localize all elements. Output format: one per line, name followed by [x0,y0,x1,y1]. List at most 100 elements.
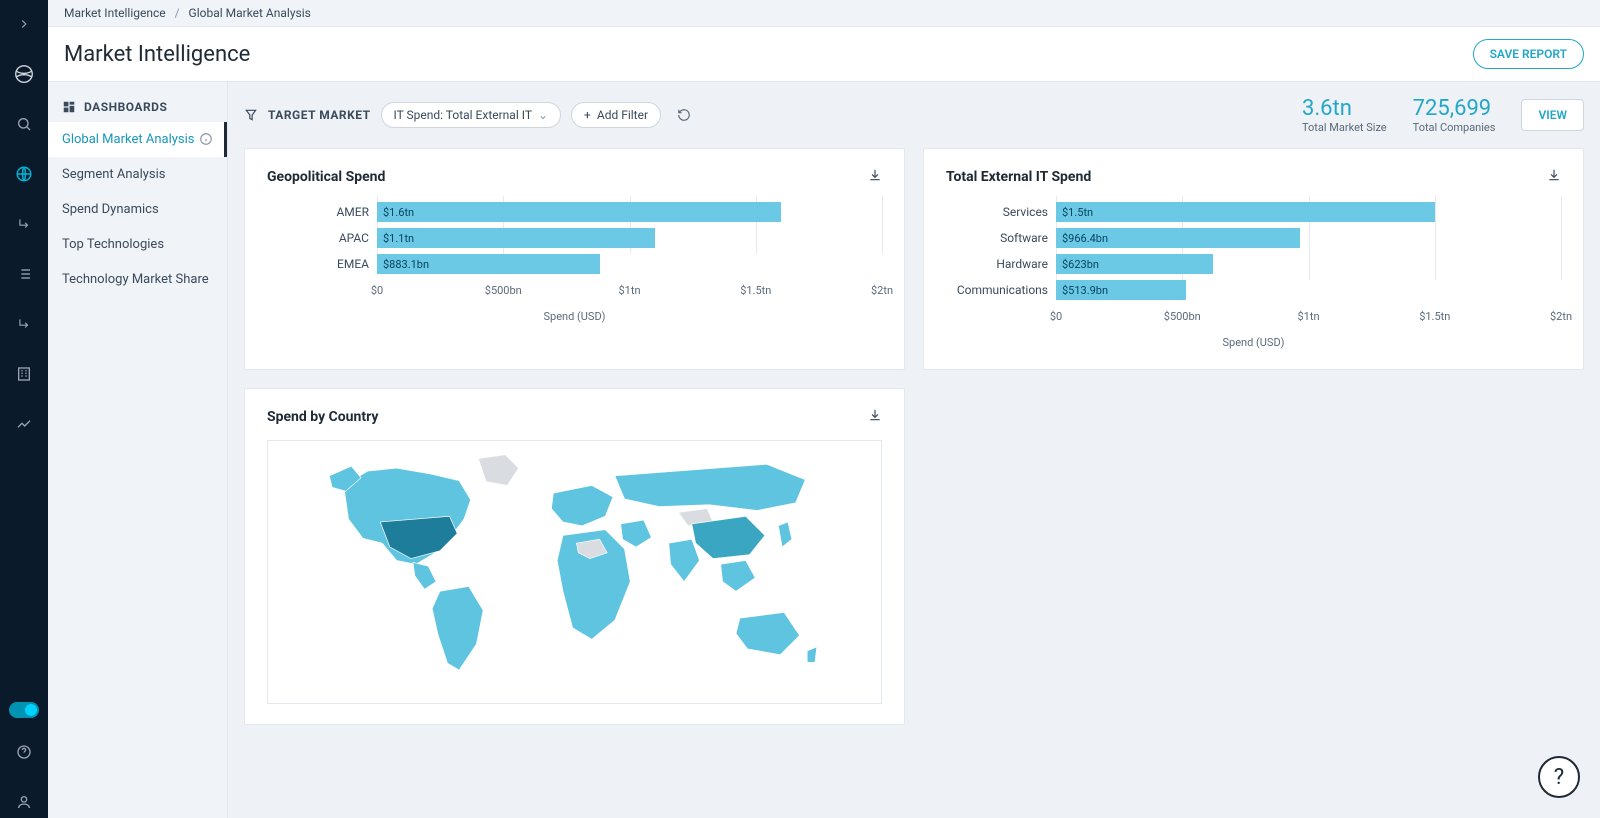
chart-bar[interactable]: $513.9bn [1056,280,1186,300]
target-market-value: IT Spend: Total External IT [394,108,532,122]
sidebar-item-label: Global Market Analysis [62,132,194,147]
plus-icon: + [584,108,591,122]
add-filter-button[interactable]: + Add Filter [571,102,661,128]
page-title: Market Intelligence [64,42,250,67]
search-icon[interactable] [8,108,40,140]
download-icon[interactable] [868,407,882,426]
map-region-se-asia[interactable] [721,560,756,591]
help-fab-button[interactable]: ? [1538,756,1580,798]
total-market-size-label: Total Market Size [1302,121,1387,134]
chart-tick: $1.5tn [1419,310,1450,323]
chart-tick: $500bn [485,284,522,297]
map-region-south-america[interactable] [432,586,483,670]
sidebar-item-label: Technology Market Share [62,272,209,287]
map-region-china[interactable] [692,516,765,558]
spend-by-country-title: Spend by Country [267,409,378,425]
globe-icon[interactable] [8,158,40,190]
chart-x-label: Spend (USD) [267,310,882,323]
chart-tick: $1tn [1297,310,1319,323]
map-region-central-america[interactable] [413,562,436,589]
it-spend-chart: Services$1.5tnSoftware$966.4bnHardware$6… [946,200,1561,349]
chart-bar[interactable]: $1.1tn [377,228,655,248]
chart-category-label: EMEA [267,257,377,271]
sidebar-item-top-technologies[interactable]: Top Technologies [48,227,227,262]
download-icon[interactable] [1547,167,1561,186]
help-rail-icon[interactable] [8,736,40,768]
it-spend-card: Total External IT Spend Services$1.5tnSo… [923,148,1584,370]
map-region-india[interactable] [669,539,700,581]
chart-tick: $1tn [618,284,640,297]
subarrow2-icon[interactable] [8,308,40,340]
chart-bar-row: APAC$1.1tn [267,226,882,250]
chart-bar-row: EMEA$883.1bn [267,252,882,276]
filter-icon [244,108,258,122]
map-region-russia[interactable] [615,464,805,510]
theme-toggle[interactable] [9,702,39,718]
download-icon[interactable] [868,167,882,186]
chart-category-label: Services [946,205,1056,219]
subarrow-icon[interactable] [8,208,40,240]
sidebar-item-label: Top Technologies [62,237,164,252]
total-companies-metric: 725,699 Total Companies [1413,96,1496,134]
chart-bar[interactable]: $966.4bn [1056,228,1300,248]
list-icon[interactable] [8,258,40,290]
content-area: TARGET MARKET IT Spend: Total External I… [228,82,1600,818]
chart-bar[interactable]: $1.6tn [377,202,781,222]
map-region-middle-east[interactable] [621,520,652,547]
breadcrumb-sep: / [169,6,186,20]
icon-rail [0,0,48,818]
expand-nav-icon[interactable] [8,8,40,40]
target-market-selector[interactable]: IT Spend: Total External IT ⌄ [381,102,562,128]
chevron-down-icon: ⌄ [538,108,548,122]
target-market-label: TARGET MARKET [268,108,371,122]
view-button[interactable]: VIEW [1521,99,1584,131]
total-market-size-metric: 3.6tn Total Market Size [1302,96,1387,134]
chart-bar[interactable]: $623bn [1056,254,1213,274]
geopolitical-spend-title: Geopolitical Spend [267,169,385,185]
sidebar-item-technology-market-share[interactable]: Technology Market Share [48,262,227,297]
total-market-size-value: 3.6tn [1302,96,1387,121]
map-region-europe[interactable] [551,485,613,525]
map-region-greenland[interactable] [478,455,518,486]
map-region-australia[interactable] [736,612,799,654]
chart-bar-row: AMER$1.6tn [267,200,882,224]
reset-filters-button[interactable] [671,102,697,128]
trend-icon[interactable] [8,408,40,440]
chart-tick: $0 [371,284,383,297]
sidebar-item-segment-analysis[interactable]: Segment Analysis [48,157,227,192]
dashboards-sidebar: DASHBOARDS Global Market AnalysisSegment… [48,82,228,818]
logo-icon[interactable] [8,58,40,90]
chart-bar-row: Services$1.5tn [946,200,1561,224]
sidebar-item-global-market-analysis[interactable]: Global Market Analysis [48,122,227,157]
info-icon[interactable] [199,132,213,150]
chart-tick: $500bn [1164,310,1201,323]
world-map[interactable] [267,440,882,704]
chart-tick: $2tn [871,284,893,297]
dashboard-icon [62,100,76,114]
building-icon[interactable] [8,358,40,390]
chart-category-label: APAC [267,231,377,245]
chart-category-label: AMER [267,205,377,219]
title-bar: Market Intelligence SAVE REPORT [48,27,1600,82]
breadcrumb-parent[interactable]: Market Intelligence [64,6,166,20]
chart-bar[interactable]: $883.1bn [377,254,600,274]
chart-bar-row: Communications$513.9bn [946,278,1561,302]
chart-bar[interactable]: $1.5tn [1056,202,1435,222]
filter-bar: TARGET MARKET IT Spend: Total External I… [244,96,1584,134]
chart-x-label: Spend (USD) [946,336,1561,349]
sidebar-item-spend-dynamics[interactable]: Spend Dynamics [48,192,227,227]
geopolitical-spend-chart: AMER$1.6tnAPAC$1.1tnEMEA$883.1bn$0$500bn… [267,200,882,323]
total-companies-label: Total Companies [1413,121,1496,134]
chart-category-label: Communications [946,283,1056,297]
refresh-icon [677,108,691,122]
chart-tick: $0 [1050,310,1062,323]
chart-category-label: Software [946,231,1056,245]
add-filter-label: Add Filter [597,108,648,122]
geopolitical-spend-card: Geopolitical Spend AMER$1.6tnAPAC$1.1tnE… [244,148,905,370]
spend-by-country-card: Spend by Country [244,388,905,725]
save-report-button[interactable]: SAVE REPORT [1473,39,1584,69]
map-region-new-zealand[interactable] [807,647,817,662]
sidebar-item-label: Segment Analysis [62,167,166,182]
map-region-japan[interactable] [778,522,791,547]
user-icon[interactable] [8,786,40,818]
